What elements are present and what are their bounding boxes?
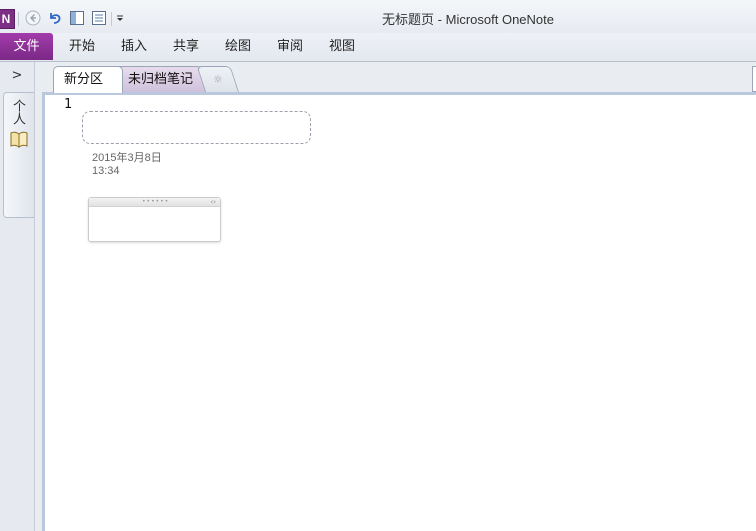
page-name-title: 无标题页 [382,12,435,27]
title-bar: N 无标题页 - Microsoft OneNote [0,0,756,33]
ribbon-tabs: 文件 开始 插入 共享 绘图 审阅 视图 [0,33,756,62]
app-name-title: Microsoft OneNote [445,12,554,27]
tab-view[interactable]: 视图 [329,33,355,60]
notebook-navigation-bar: > 个人 [0,62,35,531]
tab-share[interactable]: 共享 [173,33,199,60]
section-tab-label: 未归档笔记 [127,72,193,87]
title-separator: - [437,12,442,27]
page-tabs-edge [752,66,756,92]
page-time: 13:34 [92,165,120,177]
page-date: 2015年3月8日 [92,152,162,164]
new-section-tab[interactable]: ☼ [196,66,239,92]
notebook-icon [9,129,29,152]
resize-width-icon[interactable]: ‹› [210,198,216,206]
grip-icon: •••••• [142,198,170,205]
window-title: 无标题页 - Microsoft OneNote [0,9,756,28]
tab-draw[interactable]: 绘图 [225,33,251,60]
section-tab-unfiled-notes[interactable]: 未归档笔记 [112,66,211,92]
tab-insert[interactable]: 插入 [121,33,147,60]
tab-home[interactable]: 开始 [69,33,95,60]
notebook-label: 个人 [10,99,25,125]
note-container-drag-handle[interactable]: •••••• ‹› [89,198,220,207]
page-title-input[interactable] [82,111,311,144]
page-canvas[interactable]: 2015年3月8日 13:34 •••••• ‹› [42,92,756,531]
note-container[interactable]: •••••• ‹› [88,197,221,242]
section-tabs-bar: 新分区 1 未归档笔记 ☼ [35,62,756,112]
section-tab-new-section-1[interactable]: 新分区 1 [53,66,123,112]
tab-review[interactable]: 审阅 [277,33,303,60]
notebook-tab-personal[interactable]: 个人 [3,92,34,218]
expand-navigation-button[interactable]: > [9,68,25,84]
file-tab[interactable]: 文件 [0,33,53,60]
new-section-icon: ☼ [213,73,223,86]
